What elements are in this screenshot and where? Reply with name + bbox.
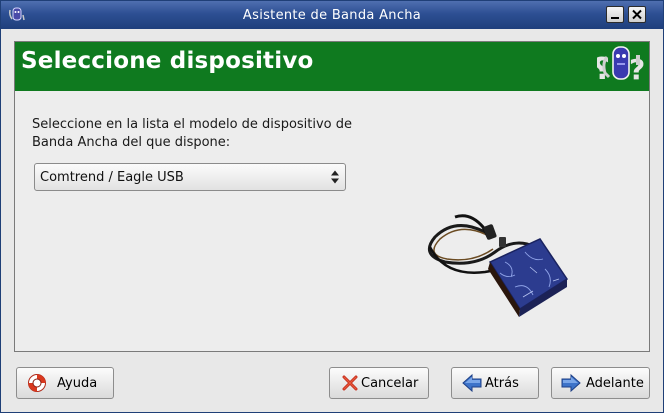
wizard-page: Seleccione dispositivo ? ? Seleccione en… bbox=[14, 41, 650, 352]
cancel-button[interactable]: Cancelar bbox=[329, 367, 429, 399]
back-button[interactable]: Atrás bbox=[451, 367, 539, 399]
up-down-arrows-icon bbox=[331, 170, 339, 184]
help-button[interactable]: Ayuda bbox=[16, 367, 114, 399]
back-label: Atrás bbox=[485, 376, 519, 391]
help-label: Ayuda bbox=[57, 376, 98, 391]
title-bar[interactable]: Asistente de Banda Ancha bbox=[1, 1, 663, 29]
window-title: Asistente de Banda Ancha bbox=[242, 8, 422, 23]
usb-modem-image bbox=[427, 214, 569, 317]
cancel-x-icon bbox=[342, 375, 358, 391]
arrow-left-icon bbox=[462, 373, 482, 393]
wizard-window: Asistente de Banda Ancha Seleccione disp… bbox=[0, 0, 664, 413]
device-model-select[interactable]: Comtrend / Eagle USB bbox=[34, 163, 346, 191]
forward-button[interactable]: Adelante bbox=[551, 367, 650, 399]
minimize-button[interactable] bbox=[606, 6, 624, 23]
page-header: Seleccione dispositivo ? ? bbox=[15, 42, 649, 91]
cancel-label: Cancelar bbox=[361, 376, 419, 391]
close-icon bbox=[632, 9, 642, 20]
forward-label: Adelante bbox=[586, 376, 644, 391]
life-ring-icon bbox=[28, 374, 46, 392]
page-title: Seleccione dispositivo bbox=[21, 48, 314, 74]
minimize-icon bbox=[611, 17, 619, 19]
selected-device: Comtrend / Eagle USB bbox=[40, 170, 184, 185]
arrow-right-icon bbox=[561, 373, 581, 393]
instruction-text: Seleccione en la lista el modelo de disp… bbox=[32, 117, 353, 150]
device-question-icon: ? ? bbox=[593, 43, 645, 87]
close-button[interactable] bbox=[628, 6, 646, 23]
